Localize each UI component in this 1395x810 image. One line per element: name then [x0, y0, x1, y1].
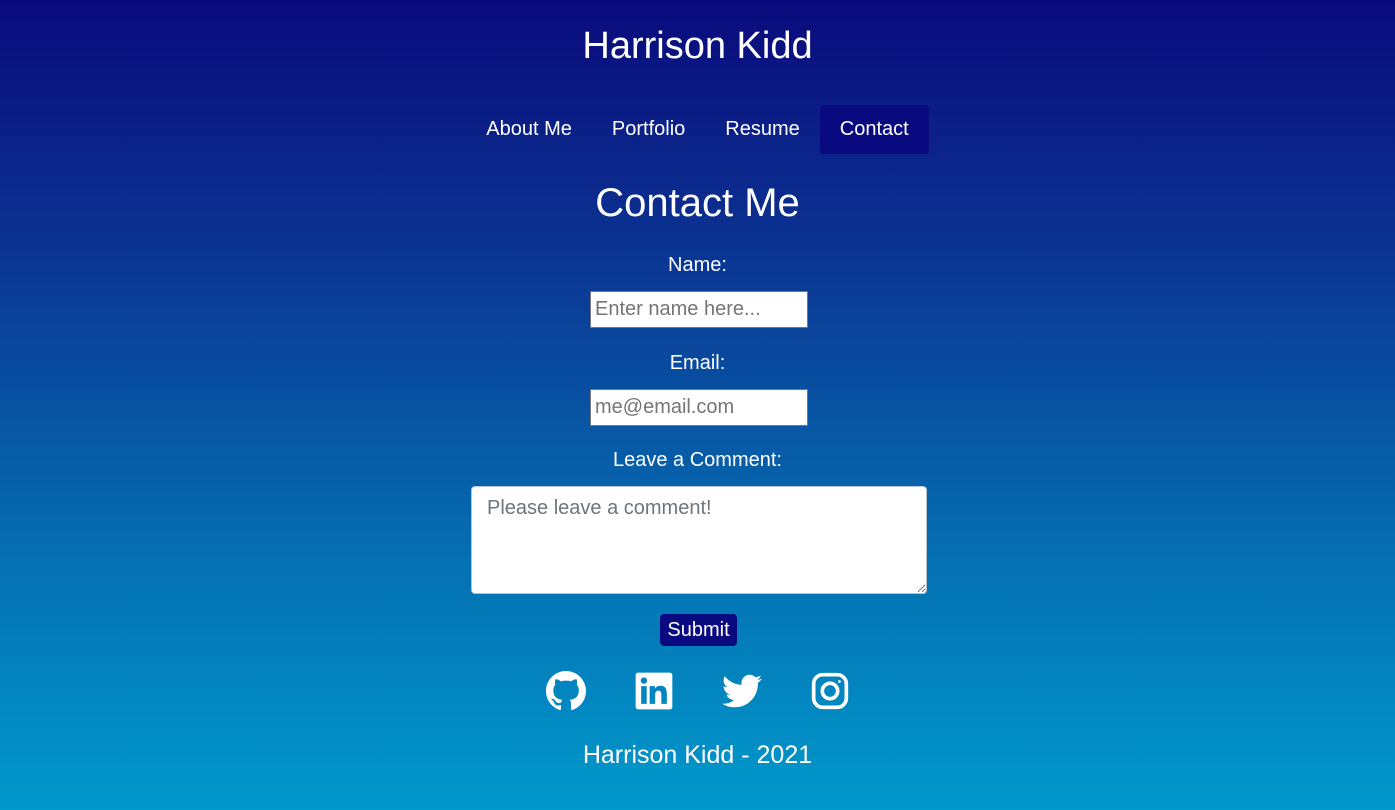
github-icon — [545, 671, 586, 711]
name-label: Name: — [668, 254, 727, 276]
submit-button[interactable]: Submit — [660, 614, 737, 646]
email-input[interactable] — [590, 389, 808, 426]
twitter-link[interactable] — [721, 671, 762, 711]
instagram-icon — [810, 671, 850, 711]
nav-item-about-me[interactable]: About Me — [466, 105, 592, 154]
twitter-icon — [721, 671, 762, 711]
nav-item-resume[interactable]: Resume — [705, 105, 819, 154]
social-links — [0, 671, 1395, 711]
site-title: Harrison Kidd — [582, 25, 813, 67]
name-input[interactable] — [590, 291, 808, 328]
page-heading: Contact Me — [595, 181, 800, 225]
nav-item-contact[interactable]: Contact — [819, 105, 929, 154]
linkedin-link[interactable] — [634, 671, 674, 711]
linkedin-icon — [634, 671, 674, 711]
main-nav: About Me Portfolio Resume Contact — [0, 105, 1395, 154]
comment-textarea[interactable] — [471, 486, 927, 594]
instagram-link[interactable] — [810, 671, 850, 711]
email-label: Email: — [669, 352, 726, 374]
comment-label: Leave a Comment: — [613, 449, 782, 471]
footer-text: Harrison Kidd - 2021 — [582, 741, 813, 769]
nav-item-portfolio[interactable]: Portfolio — [592, 105, 705, 154]
github-link[interactable] — [545, 671, 586, 711]
